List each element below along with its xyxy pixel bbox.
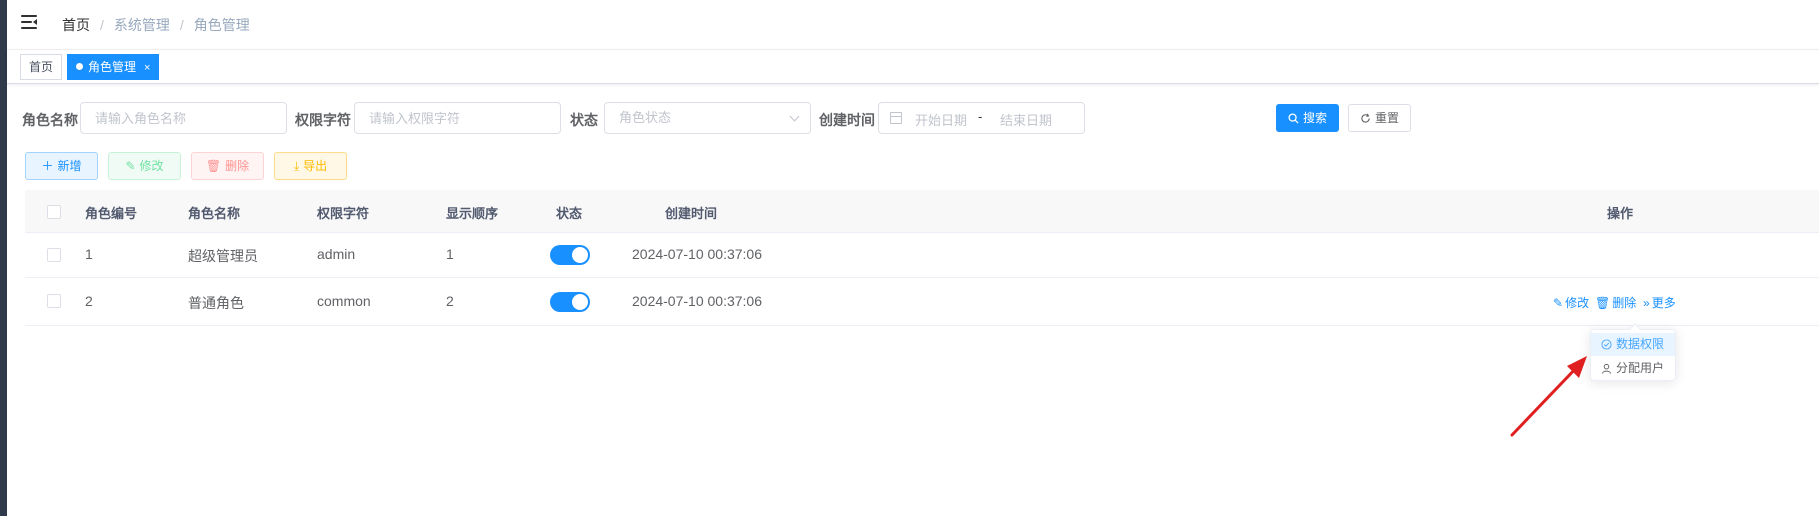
date-range-picker[interactable]: 开始日期 - 结束日期 (878, 102, 1085, 134)
breadcrumb-separator: / (179, 17, 184, 33)
cell-create-time: 2024-07-10 00:37:06 (632, 246, 762, 262)
table-row: 2 普通角色 common 2 2024-07-10 00:37:06 ✎ 修改 … (25, 278, 1819, 326)
row-checkbox[interactable] (47, 248, 61, 262)
reset-button-label: 重置 (1374, 111, 1399, 125)
cell-role-key: common (317, 293, 371, 309)
close-icon[interactable]: × (144, 62, 150, 74)
trash-icon: 🗑 (1595, 295, 1611, 310)
row-edit-label: 修改 (1565, 296, 1590, 310)
breadcrumb: 首页 / 系统管理 / 角色管理 (62, 15, 250, 35)
cell-sort: 1 (446, 246, 454, 262)
perm-key-label: 权限字符 (295, 112, 351, 128)
cell-role-id: 1 (85, 246, 93, 262)
edit-button[interactable]: ✎ 修改 (108, 152, 181, 180)
status-label: 状态 (570, 112, 598, 128)
search-button-label: 搜索 (1302, 111, 1327, 125)
double-chevron-right-icon: » (1643, 295, 1650, 310)
edit-icon: ✎ (1553, 295, 1564, 310)
cell-role-name: 超级管理员 (188, 248, 258, 264)
search-icon (1288, 112, 1299, 124)
search-button[interactable]: 搜索 (1276, 104, 1339, 132)
cell-sort: 2 (446, 293, 454, 309)
export-button-label: 导出 (303, 159, 328, 173)
status-toggle[interactable] (550, 245, 590, 265)
calendar-icon (890, 112, 902, 124)
start-date-input[interactable]: 开始日期 (915, 110, 967, 129)
more-dropdown-menu: 数据权限 分配用户 (1590, 323, 1676, 381)
row-checkbox[interactable] (47, 294, 61, 308)
row-delete-label: 删除 (1612, 296, 1637, 310)
table-row: 1 超级管理员 admin 1 2024-07-10 00:37:06 (25, 233, 1819, 278)
download-icon: ⤓ (293, 159, 300, 173)
cell-role-name: 普通角色 (188, 295, 244, 311)
delete-button-label: 删除 (225, 159, 250, 173)
perm-key-input[interactable] (354, 102, 561, 134)
range-separator: - (978, 109, 983, 124)
cell-role-id: 2 (85, 293, 93, 309)
add-button[interactable]: ＋新增 (25, 152, 98, 180)
edit-icon: ✎ (125, 159, 136, 173)
col-operations: 操作 (1607, 206, 1634, 221)
row-more-label: 更多 (1651, 296, 1676, 310)
col-status: 状态 (556, 206, 583, 221)
tag-home[interactable]: 首页 (20, 54, 63, 80)
active-dot-icon (76, 63, 83, 71)
tags-view: 首页 角色管理 × (7, 50, 1819, 84)
add-button-label: 新增 (57, 159, 82, 173)
tag-label: 角色管理 (88, 60, 137, 74)
status-toggle[interactable] (550, 292, 590, 312)
breadcrumb-home[interactable]: 首页 (62, 15, 90, 35)
cell-role-key: admin (317, 246, 356, 262)
row-more-link[interactable]: » 更多 (1643, 294, 1676, 311)
search-form: 角色名称 权限字符 状态 角色状态 创建时间 开始日期 - 结束日期 搜索 重置 (7, 102, 1819, 136)
annotation-arrow-icon (1510, 356, 1587, 437)
export-button[interactable]: ⤓ 导出 (274, 152, 347, 180)
hamburger-icon[interactable] (21, 13, 39, 31)
breadcrumb-system: 系统管理 (113, 17, 170, 33)
role-name-label: 角色名称 (22, 112, 78, 128)
role-table: 角色编号 角色名称 权限字符 显示顺序 状态 创建时间 操作 1 超级管理员 a… (25, 190, 1819, 326)
menu-item-label: 分配用户 (1616, 361, 1665, 375)
user-icon (1601, 363, 1612, 374)
edit-button-label: 修改 (139, 159, 164, 173)
menu-item-assign-user[interactable]: 分配用户 (1591, 357, 1675, 380)
app-main: 首页 / 系统管理 / 角色管理 首页 角色管理 × 角色名称 权限字符 状态 角… (7, 0, 1819, 516)
chevron-down-icon (789, 111, 800, 122)
status-select[interactable]: 角色状态 (604, 102, 811, 134)
trash-icon: 🗑 (205, 159, 222, 173)
breadcrumb-separator: / (100, 17, 104, 33)
plus-icon: ＋ (41, 159, 54, 173)
role-name-input[interactable] (80, 102, 287, 134)
select-all-checkbox[interactable] (47, 205, 61, 219)
table-header: 角色编号 角色名称 权限字符 显示顺序 状态 创建时间 操作 (25, 190, 1819, 233)
row-edit-link[interactable]: ✎ 修改 (1553, 294, 1589, 311)
delete-button[interactable]: 🗑 删除 (191, 152, 264, 180)
navbar: 首页 / 系统管理 / 角色管理 (7, 0, 1819, 50)
breadcrumb-current: 角色管理 (193, 17, 250, 33)
col-role-name: 角色名称 (188, 206, 241, 221)
sidebar-edge (0, 0, 7, 516)
reset-button[interactable]: 重置 (1348, 104, 1411, 132)
col-role-id: 角色编号 (85, 206, 138, 221)
refresh-icon (1361, 113, 1370, 123)
row-delete-link[interactable]: 🗑 删除 (1595, 294, 1636, 311)
col-create-time: 创建时间 (665, 206, 718, 221)
col-sort: 显示顺序 (446, 206, 499, 221)
menu-item-label: 数据权限 (1616, 337, 1665, 351)
tag-role-management[interactable]: 角色管理 × (67, 54, 160, 80)
end-date-input[interactable]: 结束日期 (1000, 110, 1052, 129)
menu-item-data-permission[interactable]: 数据权限 (1591, 333, 1675, 356)
col-role-key: 权限字符 (317, 206, 370, 221)
status-placeholder: 角色状态 (619, 110, 672, 125)
create-time-label: 创建时间 (819, 112, 875, 128)
circle-check-icon (1601, 339, 1612, 350)
action-toolbar: ＋新增 ✎ 修改 🗑 删除 ⤓ 导出 (7, 152, 507, 180)
cell-create-time: 2024-07-10 00:37:06 (632, 293, 762, 309)
